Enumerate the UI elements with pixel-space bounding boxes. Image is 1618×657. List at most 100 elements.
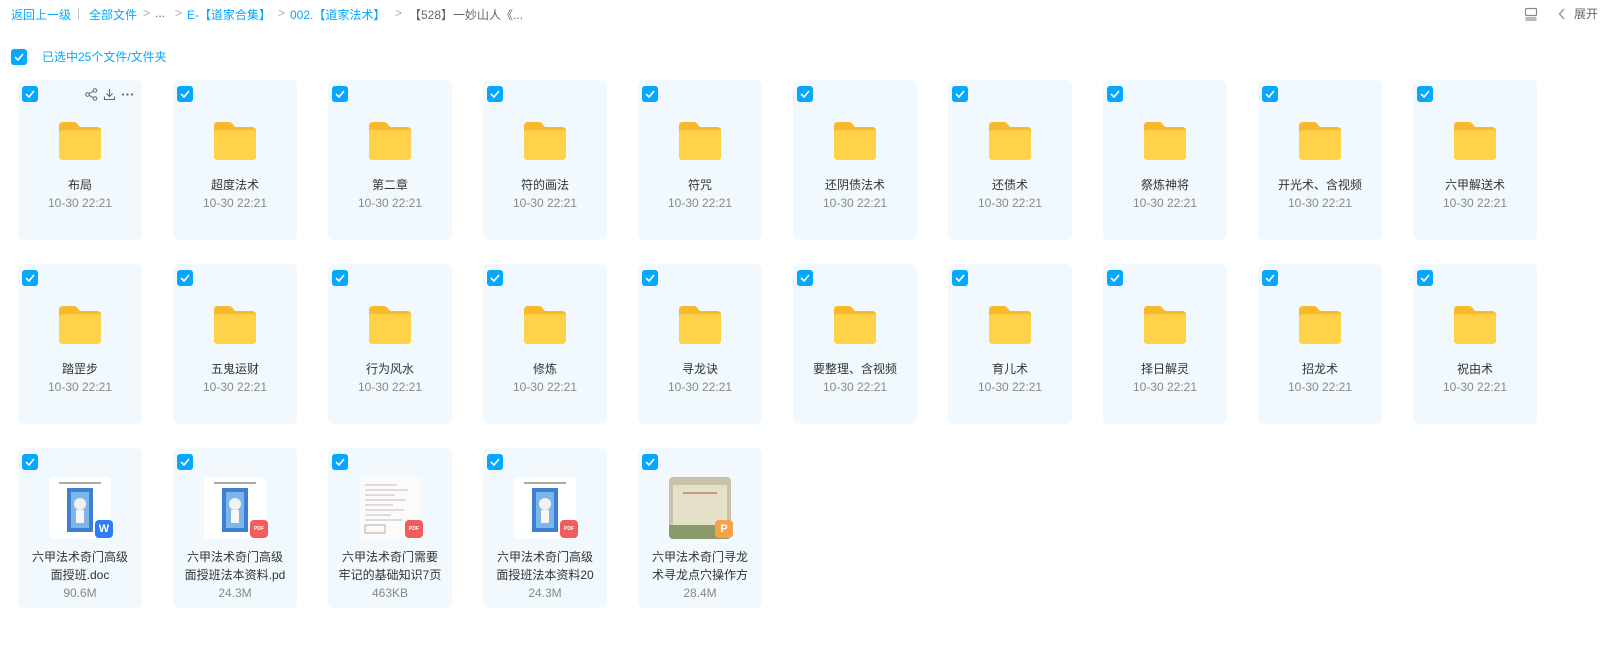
more-icon[interactable]: [121, 88, 134, 106]
file-size: 24.3M: [218, 586, 252, 600]
item-checkbox[interactable]: [22, 86, 38, 102]
card-actions: [85, 88, 134, 106]
file-type-icon: PDF: [560, 520, 578, 538]
file-card[interactable]: W 六甲法术奇门高级 面授班.doc 90.6M: [18, 448, 142, 608]
file-card[interactable]: P 六甲法术奇门寻龙 术寻龙点穴操作方 28.4M: [638, 448, 762, 608]
folder-card[interactable]: 超度法术 10-30 22:21: [173, 80, 297, 240]
item-checkbox[interactable]: [487, 270, 503, 286]
folder-name: 六甲解送术: [1444, 178, 1505, 192]
select-all-checkbox[interactable]: [11, 48, 27, 65]
folder-name: 要整理、含视频: [812, 362, 897, 376]
item-checkbox[interactable]: [22, 270, 38, 286]
item-checkbox[interactable]: [487, 454, 503, 470]
folder-date: 10-30 22:21: [822, 380, 888, 394]
folder-icon: [59, 306, 101, 344]
item-checkbox[interactable]: [797, 270, 813, 286]
file-size: 463KB: [371, 586, 409, 600]
item-checkbox[interactable]: [177, 270, 193, 286]
item-checkbox[interactable]: [22, 454, 38, 470]
folder-card[interactable]: 招龙术 10-30 22:21: [1258, 264, 1382, 424]
item-checkbox[interactable]: [952, 270, 968, 286]
item-checkbox[interactable]: [487, 86, 503, 102]
folder-date: 10-30 22:21: [822, 196, 888, 210]
item-checkbox[interactable]: [642, 270, 658, 286]
item-checkbox[interactable]: [1262, 86, 1278, 102]
folder-icon: [1454, 122, 1496, 160]
folder-card[interactable]: 择日解灵 10-30 22:21: [1103, 264, 1227, 424]
folder-card[interactable]: 还债术 10-30 22:21: [948, 80, 1072, 240]
folder-date: 10-30 22:21: [1442, 196, 1508, 210]
breadcrumb-all-files[interactable]: 全部文件: [89, 6, 137, 23]
breadcrumb-arrow: >: [175, 6, 183, 20]
folder-card[interactable]: 要整理、含视频 10-30 22:21: [793, 264, 917, 424]
selection-count: 已选中25个文件/文件夹: [42, 50, 167, 64]
item-checkbox[interactable]: [642, 86, 658, 102]
file-type-icon: P: [715, 520, 733, 538]
file-type-icon: PDF: [250, 520, 268, 538]
file-name-line1: 六甲法术奇门高级: [186, 550, 283, 564]
folder-card[interactable]: 符咒 10-30 22:21: [638, 80, 762, 240]
folder-card[interactable]: 育儿术 10-30 22:21: [948, 264, 1072, 424]
file-type-icon: W: [95, 520, 113, 538]
folder-name: 超度法术: [210, 178, 259, 192]
folder-card[interactable]: 踏罡步 10-30 22:21: [18, 264, 142, 424]
file-name-line1: 六甲法术奇门高级: [496, 550, 593, 564]
item-checkbox[interactable]: [797, 86, 813, 102]
file-name: 六甲法术奇门需要 牢记的基础知识7页: [334, 548, 446, 584]
item-checkbox[interactable]: [1262, 270, 1278, 286]
item-checkbox[interactable]: [177, 454, 193, 470]
item-checkbox[interactable]: [1107, 270, 1123, 286]
folder-date: 10-30 22:21: [1287, 196, 1353, 210]
folder-icon: [679, 122, 721, 160]
folder-card[interactable]: 行为风水 10-30 22:21: [328, 264, 452, 424]
expand-button[interactable]: 展开: [1558, 5, 1598, 22]
item-checkbox[interactable]: [1417, 86, 1433, 102]
folder-name: 修炼: [532, 362, 557, 376]
item-checkbox[interactable]: [332, 86, 348, 102]
folder-name: 招龙术: [1301, 362, 1338, 376]
file-card[interactable]: PDF 六甲法术奇门高级 面授班法本资料20 24.3M: [483, 448, 607, 608]
share-icon[interactable]: [85, 88, 98, 106]
file-card[interactable]: PDF 六甲法术奇门高级 面授班法本资料.pd 24.3M: [173, 448, 297, 608]
folder-card[interactable]: 开光术、含视频 10-30 22:21: [1258, 80, 1382, 240]
folder-name: 五鬼运财: [210, 362, 259, 376]
folder-card[interactable]: 祭炼神将 10-30 22:21: [1103, 80, 1227, 240]
folder-card[interactable]: 五鬼运财 10-30 22:21: [173, 264, 297, 424]
file-card[interactable]: PDF 六甲法术奇门需要 牢记的基础知识7页 463KB: [328, 448, 452, 608]
folder-name: 还债术: [991, 178, 1028, 192]
folder-card[interactable]: 修炼 10-30 22:21: [483, 264, 607, 424]
folder-card[interactable]: 第二章 10-30 22:21: [328, 80, 452, 240]
item-checkbox[interactable]: [1107, 86, 1123, 102]
folder-icon: [989, 122, 1031, 160]
item-checkbox[interactable]: [332, 454, 348, 470]
file-name-line2: 面授班法本资料20: [496, 568, 594, 582]
download-icon[interactable]: [103, 88, 116, 106]
folder-card[interactable]: 还阴债法术 10-30 22:21: [793, 80, 917, 240]
item-checkbox[interactable]: [642, 454, 658, 470]
file-name-line2: 牢记的基础知识7页: [338, 568, 442, 582]
folder-name: 育儿术: [991, 362, 1028, 376]
file-name-line1: 六甲法术奇门需要: [341, 550, 438, 564]
folder-icon: [1144, 306, 1186, 344]
breadcrumb-level2[interactable]: 002.【道家法术】: [290, 6, 385, 23]
folder-card[interactable]: 符的画法 10-30 22:21: [483, 80, 607, 240]
file-name-line2: 面授班.doc: [50, 568, 110, 582]
breadcrumb-ellipsis[interactable]: ...: [155, 6, 165, 20]
folder-icon: [989, 306, 1031, 344]
back-link[interactable]: 返回上一级: [11, 6, 71, 23]
item-checkbox[interactable]: [177, 86, 193, 102]
folder-card[interactable]: 布局 10-30 22:21: [18, 80, 142, 240]
folder-card[interactable]: 六甲解送术 10-30 22:21: [1413, 80, 1537, 240]
folder-card[interactable]: 寻龙诀 10-30 22:21: [638, 264, 762, 424]
folder-name: 布局: [67, 178, 92, 192]
item-checkbox[interactable]: [952, 86, 968, 102]
breadcrumb-level1[interactable]: E-【道家合集】: [187, 6, 271, 23]
layout-toggle-icon[interactable]: [1524, 7, 1538, 21]
top-right-tools: 展开: [1524, 5, 1598, 22]
folder-card[interactable]: 祝由术 10-30 22:21: [1413, 264, 1537, 424]
item-checkbox[interactable]: [1417, 270, 1433, 286]
folder-name: 符的画法: [520, 178, 569, 192]
item-checkbox[interactable]: [332, 270, 348, 286]
breadcrumb-current: 【528】一妙山人《...: [409, 8, 524, 22]
breadcrumb-separator: |: [77, 6, 81, 20]
